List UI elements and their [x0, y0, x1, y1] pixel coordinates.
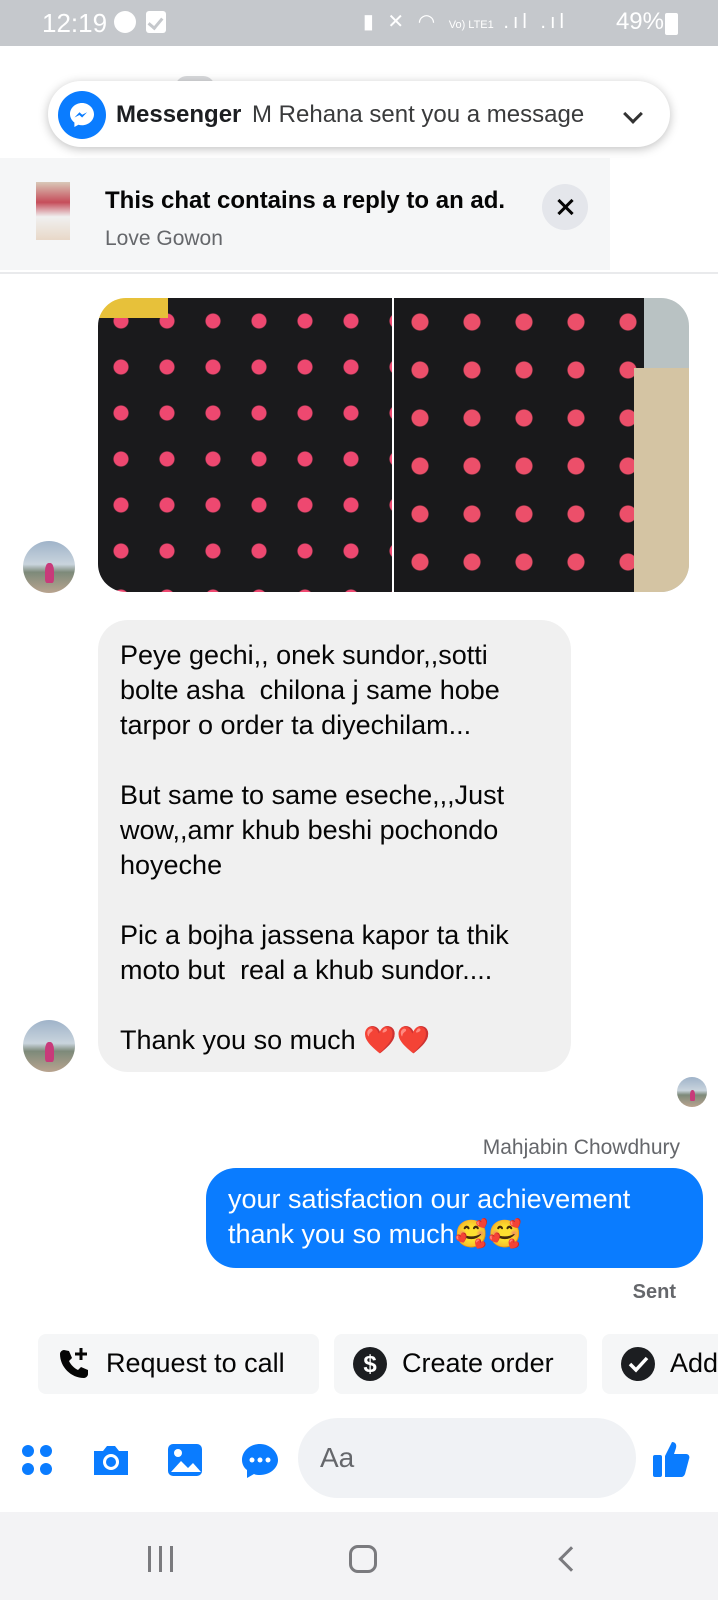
network-label: Vo) LTE1	[448, 19, 494, 31]
status-bar: 12:19 ▮ ✕ ◠ Vo) LTE1 .ıl .ıl 49%	[0, 0, 718, 46]
create-order-button[interactable]: $ Create order	[334, 1334, 587, 1394]
notification-app-name: Messenger	[116, 101, 242, 128]
chat-bubble-icon[interactable]	[240, 1442, 280, 1480]
avatar[interactable]	[23, 541, 75, 593]
avatar[interactable]	[23, 1020, 75, 1072]
camera-icon[interactable]	[90, 1442, 132, 1478]
add-button[interactable]: Add	[602, 1334, 718, 1394]
notification-message: M Rehana sent you a message	[252, 101, 585, 128]
ad-reply-banner[interactable]: This chat contains a reply to an ad. Lov…	[0, 158, 610, 270]
divider	[0, 272, 718, 274]
check-circle-icon	[621, 1347, 655, 1381]
battery-icon	[665, 13, 678, 35]
close-icon[interactable]	[542, 184, 588, 230]
photo-attachment[interactable]	[394, 298, 689, 592]
incoming-message-bubble[interactable]: Peye gechi,, onek sundor,,sotti bolte as…	[98, 620, 571, 1072]
status-time: 12:19	[42, 8, 108, 38]
messenger-status-icon	[114, 11, 136, 33]
battery-percent: 49%	[615, 8, 664, 35]
outgoing-message-bubble[interactable]: your satisfaction our achievement thank …	[206, 1168, 703, 1268]
checkbox-status-icon	[146, 11, 166, 33]
recent-apps-icon[interactable]	[148, 1546, 174, 1572]
signal-icons: ▮ ✕ ◠ Vo) LTE1 .ıl .ıl	[362, 11, 568, 33]
request-to-call-button[interactable]: Request to call	[38, 1334, 319, 1394]
notification-banner[interactable]: Messenger M Rehana sent you a message	[48, 81, 670, 147]
dollar-icon: $	[353, 1347, 387, 1381]
gallery-icon[interactable]	[166, 1442, 204, 1478]
seen-avatar	[677, 1077, 707, 1107]
message-input[interactable]	[298, 1418, 636, 1498]
delivery-status: Sent	[632, 1281, 676, 1303]
chevron-down-icon[interactable]	[623, 104, 643, 124]
like-icon[interactable]	[651, 1438, 693, 1480]
chip-label: Add	[670, 1348, 718, 1378]
home-icon[interactable]	[349, 1545, 377, 1573]
ad-thumbnail	[36, 182, 70, 240]
svg-text:$: $	[363, 1351, 377, 1378]
back-icon[interactable]	[558, 1546, 584, 1572]
photo-attachment[interactable]	[98, 298, 392, 592]
reply-sender-name: Mahjabin Chowdhury	[482, 1136, 680, 1159]
phone-plus-icon	[60, 1348, 88, 1378]
messenger-icon	[58, 91, 106, 139]
menu-dots-icon[interactable]	[19, 1442, 55, 1478]
chip-label: Request to call	[106, 1348, 285, 1378]
navigation-bar	[0, 1512, 718, 1600]
chip-label: Create order	[402, 1348, 554, 1378]
ad-banner-subtitle: Love Gowon	[105, 227, 223, 250]
ad-banner-title: This chat contains a reply to an ad.	[105, 187, 506, 214]
